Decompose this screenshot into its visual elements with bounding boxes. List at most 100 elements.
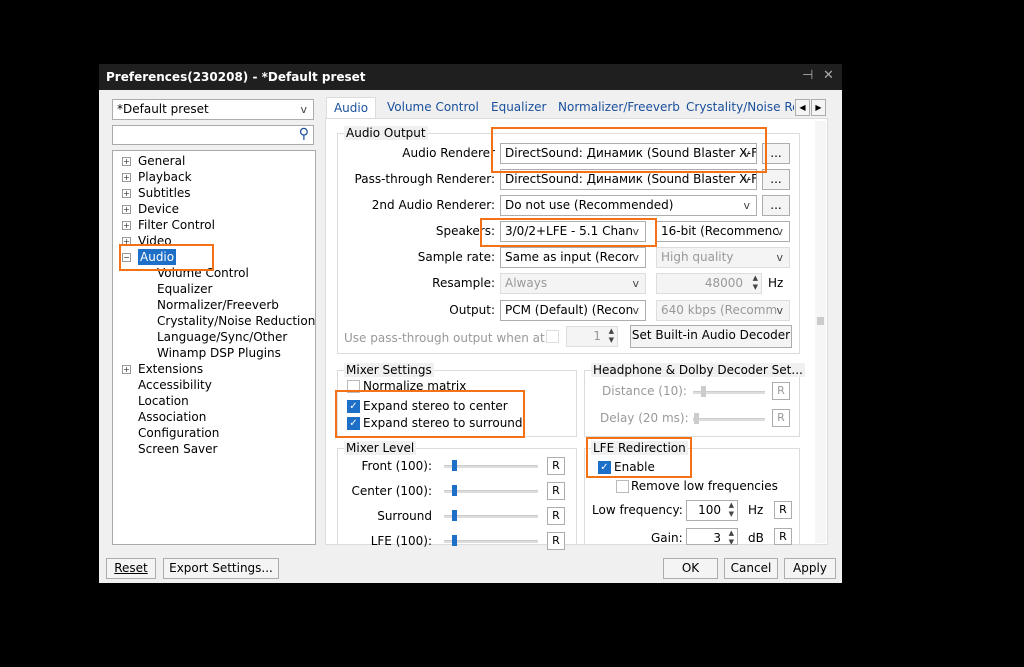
- reset-button[interactable]: Reset: [106, 558, 156, 579]
- search-input[interactable]: ⚲: [112, 125, 314, 145]
- tab-normalizer[interactable]: Normalizer/Freeverb: [558, 97, 680, 118]
- apply-button[interactable]: Apply: [784, 558, 836, 579]
- expander-icon[interactable]: +: [122, 205, 131, 214]
- mixer-level-reset-button[interactable]: R: [547, 507, 565, 525]
- spinner-arrows-icon[interactable]: ▲ ▼: [609, 327, 614, 345]
- sample-rate-dropdown[interactable]: Same as input (Recor v: [500, 247, 646, 268]
- highlight-speakers: [480, 218, 657, 247]
- mixer-level-slider[interactable]: [444, 515, 538, 518]
- tree-item[interactable]: Accessibility: [138, 377, 212, 393]
- preset-dropdown[interactable]: *Default preset v: [112, 99, 314, 120]
- resample-dropdown[interactable]: Always v: [500, 273, 646, 294]
- gain-reset-button[interactable]: R: [774, 528, 792, 545]
- output-dropdown[interactable]: PCM (Default) (Recon v: [500, 300, 646, 321]
- delay-reset-button[interactable]: R: [772, 409, 790, 427]
- tree-item[interactable]: Crystality/Noise Reduction: [157, 313, 315, 329]
- tab-audio[interactable]: Audio: [326, 97, 376, 118]
- tree-item[interactable]: Subtitles: [138, 185, 191, 201]
- tab-crystality[interactable]: Crystality/Noise Red: [686, 97, 794, 118]
- mixer-level-slider-thumb[interactable]: [452, 485, 457, 496]
- chevron-down-icon: v: [632, 251, 639, 264]
- pin-icon[interactable]: ⊣: [802, 68, 813, 83]
- speakers-label: Speakers:: [435, 224, 495, 238]
- tree-item[interactable]: Playback: [138, 169, 192, 185]
- tree-item[interactable]: Filter Control: [138, 217, 215, 233]
- mixer-level-reset-button[interactable]: R: [547, 482, 565, 500]
- output-label: Output:: [449, 303, 495, 317]
- passthrough-count-spinner[interactable]: 1 ▲ ▼: [566, 326, 618, 347]
- resample-hz-spinner[interactable]: 48000 ▲ ▼: [656, 273, 762, 294]
- delay-slider[interactable]: [693, 418, 765, 421]
- low-frequency-spinner[interactable]: 100 ▲ ▼: [686, 500, 738, 521]
- value: 3: [713, 531, 721, 545]
- spinner-arrows-icon[interactable]: ▲ ▼: [729, 501, 734, 519]
- mixer-level-title: Mixer Level: [344, 441, 417, 455]
- mixer-level-slider[interactable]: [444, 540, 538, 543]
- passthrough-when-label: Use pass-through output when at...: [344, 331, 557, 345]
- tree-item[interactable]: Configuration: [138, 425, 219, 441]
- tree-item[interactable]: Screen Saver: [138, 441, 217, 457]
- tree-item[interactable]: Location: [138, 393, 189, 409]
- close-icon[interactable]: ✕: [823, 68, 834, 83]
- tree-item[interactable]: Device: [138, 201, 179, 217]
- distance-reset-button[interactable]: R: [772, 382, 790, 400]
- set-decoder-button[interactable]: Set Built-in Audio Decoder: [630, 325, 792, 348]
- tree-item[interactable]: Equalizer: [157, 281, 212, 297]
- scrollbar[interactable]: [815, 121, 826, 543]
- remove-low-checkbox[interactable]: [616, 480, 629, 493]
- expander-icon[interactable]: +: [122, 173, 131, 182]
- expander-icon[interactable]: +: [122, 189, 131, 198]
- tree-item[interactable]: Winamp DSP Plugins: [157, 345, 281, 361]
- expander-icon[interactable]: +: [122, 221, 131, 230]
- value: PCM (Default) (Recon: [505, 303, 634, 317]
- mixer-level-slider[interactable]: [444, 465, 538, 468]
- low-frequency-reset-button[interactable]: R: [774, 501, 792, 519]
- passthrough-when-checkbox[interactable]: [546, 330, 559, 343]
- bit-depth-dropdown[interactable]: 16-bit (Recommenc v: [656, 221, 790, 242]
- delay-label: Delay (20 ms):: [600, 411, 689, 425]
- delay-slider-thumb[interactable]: [694, 413, 699, 424]
- expander-icon[interactable]: +: [122, 365, 131, 374]
- value: 16-bit (Recommenc: [661, 224, 779, 238]
- cancel-button[interactable]: Cancel: [724, 558, 778, 579]
- mixer-level-slider[interactable]: [444, 490, 538, 493]
- value: 48000: [704, 276, 743, 290]
- expander-icon[interactable]: +: [122, 157, 131, 166]
- mixer-level-reset-button[interactable]: R: [547, 532, 565, 550]
- tree-item[interactable]: Language/Sync/Other: [157, 329, 287, 345]
- spinner-arrows-icon[interactable]: ▲ ▼: [753, 274, 758, 292]
- mixer-level-slider-thumb[interactable]: [452, 510, 457, 521]
- tab-scroll-right[interactable]: ▶: [811, 99, 826, 116]
- chevron-down-icon: v: [776, 251, 783, 264]
- audio-renderer-label: Audio Renderer: [402, 146, 495, 160]
- preset-value: *Default preset: [117, 102, 209, 116]
- distance-slider-thumb[interactable]: [701, 386, 706, 397]
- spinner-arrows-icon[interactable]: ▲ ▼: [729, 529, 734, 544]
- tab-equalizer[interactable]: Equalizer: [491, 97, 546, 118]
- second-renderer-more-button[interactable]: ...: [762, 195, 790, 216]
- mixer-level-reset-button[interactable]: R: [547, 457, 565, 475]
- mixer-level-label: Surround: [377, 509, 432, 523]
- gain-spinner[interactable]: 3 ▲ ▼: [686, 528, 738, 545]
- bitrate-dropdown[interactable]: 640 kbps (Recomm v: [656, 300, 790, 321]
- mixer-level-slider-thumb[interactable]: [452, 460, 457, 471]
- tab-scroll-left[interactable]: ◀: [795, 99, 810, 116]
- resample-label: Resample:: [432, 276, 495, 290]
- category-tree[interactable]: + General + Playback + Subtitles + Device + Filte…: [112, 150, 316, 545]
- value: 640 kbps (Recomm: [661, 303, 778, 317]
- scrollbar-thumb[interactable]: [817, 317, 824, 325]
- tree-item[interactable]: Normalizer/Freeverb: [157, 297, 279, 313]
- second-renderer-dropdown[interactable]: Do not use (Recommended) v: [500, 195, 757, 216]
- tree-item[interactable]: General: [138, 153, 185, 169]
- gain-unit: dB: [748, 531, 764, 545]
- tree-item[interactable]: Association: [138, 409, 206, 425]
- tree-item[interactable]: Extensions: [138, 361, 203, 377]
- mixer-level-slider-thumb[interactable]: [452, 535, 457, 546]
- quality-dropdown[interactable]: High quality v: [656, 247, 790, 268]
- mixer-level-label: LFE (100):: [370, 534, 432, 548]
- export-settings-button[interactable]: Export Settings...: [163, 558, 279, 579]
- low-frequency-label: Low frequency:: [592, 503, 683, 517]
- tab-volume-control[interactable]: Volume Control: [387, 97, 479, 118]
- ok-button[interactable]: OK: [663, 558, 718, 579]
- search-icon[interactable]: ⚲: [299, 126, 309, 143]
